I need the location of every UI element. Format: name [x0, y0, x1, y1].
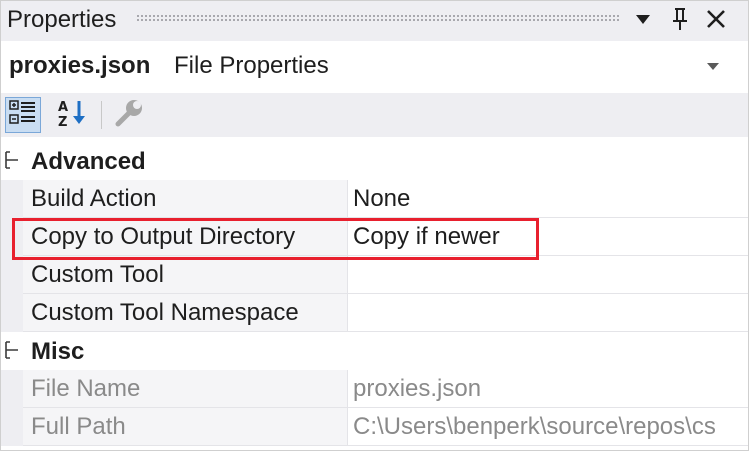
alphabetical-button[interactable]: A Z: [55, 97, 91, 133]
panel-title-bar[interactable]: Properties: [1, 1, 748, 41]
category-label: Misc: [31, 338, 85, 365]
property-name: File Name: [31, 375, 141, 402]
wrench-icon: [114, 98, 144, 133]
window-position-dropdown-button[interactable]: [629, 7, 657, 35]
category-label: Advanced: [31, 148, 146, 175]
property-name: Build Action: [31, 185, 157, 212]
svg-text:Z: Z: [58, 115, 67, 128]
collapse-icon[interactable]: [5, 151, 19, 169]
property-pages-button[interactable]: [111, 97, 147, 133]
category-misc[interactable]: Misc: [1, 332, 748, 370]
object-selector[interactable]: proxies.json File Properties: [1, 41, 748, 93]
property-name: Custom Tool Namespace: [31, 299, 299, 326]
chevron-down-icon[interactable]: [707, 63, 719, 70]
property-name: Copy to Output Directory: [31, 223, 296, 250]
drag-grip[interactable]: [136, 14, 620, 22]
property-row-full-path[interactable]: Full Path C:\Users\benperk\source\repos\…: [1, 408, 748, 446]
sort-az-icon: A Z: [57, 98, 89, 133]
pin-icon: [672, 7, 688, 36]
property-row-build-action[interactable]: Build Action None: [1, 180, 748, 218]
object-name: proxies.json: [9, 52, 151, 79]
auto-hide-pin-button[interactable]: [666, 7, 694, 35]
category-advanced[interactable]: Advanced: [1, 142, 748, 180]
property-value[interactable]: proxies.json: [353, 374, 481, 404]
panel-title: Properties: [7, 6, 117, 33]
property-row-custom-tool[interactable]: Custom Tool: [1, 256, 748, 294]
close-button[interactable]: [702, 7, 730, 35]
categorized-button[interactable]: [5, 97, 41, 133]
properties-panel: Properties proxies.json File Properties …: [0, 0, 749, 451]
property-name: Full Path: [31, 413, 126, 440]
toolbar-separator: [101, 101, 102, 129]
property-value[interactable]: C:\Users\benperk\source\repos\cs: [353, 412, 716, 442]
collapse-icon[interactable]: [5, 341, 19, 359]
property-value[interactable]: None: [353, 184, 410, 214]
close-icon: [706, 9, 726, 34]
properties-toolbar: A Z: [1, 93, 748, 137]
svg-text:A: A: [58, 100, 68, 115]
property-name: Custom Tool: [31, 261, 164, 288]
object-type: File Properties: [174, 52, 329, 79]
property-row-copy-to-output-directory[interactable]: Copy to Output Directory Copy if newer: [1, 218, 748, 256]
property-row-custom-tool-namespace[interactable]: Custom Tool Namespace: [1, 294, 748, 332]
chevron-down-icon: [636, 12, 650, 30]
property-value[interactable]: Copy if newer: [353, 222, 500, 252]
property-row-file-name[interactable]: File Name proxies.json: [1, 370, 748, 408]
categorized-icon: [9, 99, 37, 131]
